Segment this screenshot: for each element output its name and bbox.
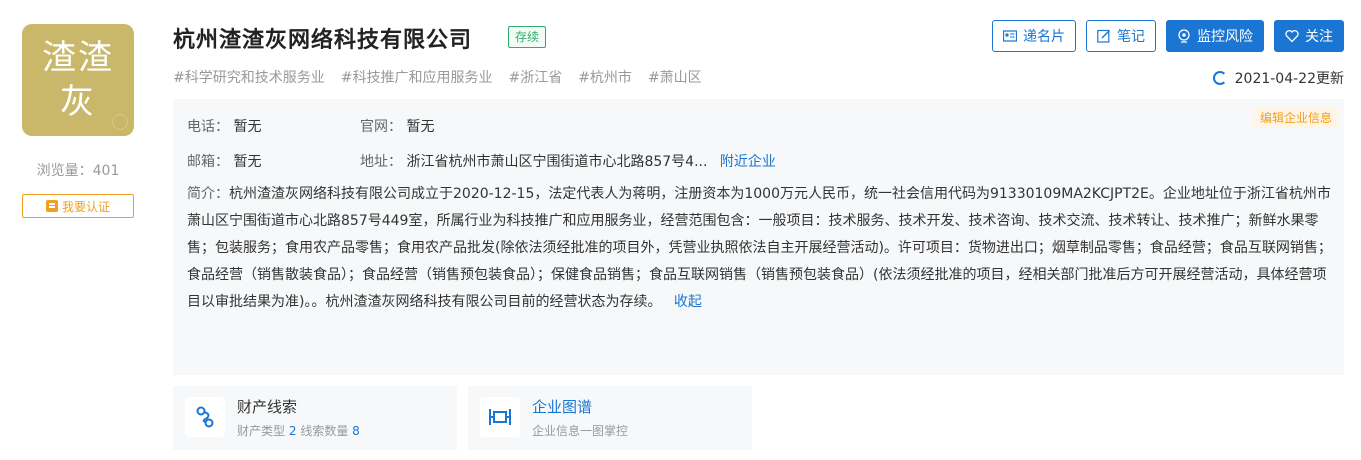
update-date: 2021-04-22更新: [1234, 71, 1344, 87]
website-row: 官网： 暂无: [360, 116, 434, 136]
status-badge: 存续: [508, 26, 547, 48]
graph-card-title: 企业图谱: [532, 398, 593, 416]
view-count: 浏览量：401: [22, 160, 134, 180]
email-label: 邮箱：: [187, 154, 229, 170]
phone-value: 暂无: [233, 119, 262, 135]
claim-label: 我要认证: [61, 199, 110, 214]
id-card-icon: [1003, 30, 1017, 42]
company-logo: 渣渣 灰: [22, 24, 134, 136]
certificate-icon: [45, 200, 58, 212]
follow-label: 关注: [1305, 29, 1333, 45]
graph-icon-box: [480, 397, 520, 437]
enterprise-graph-icon: [489, 409, 511, 425]
address-label: 地址：: [360, 154, 402, 170]
send-card-label: 递名片: [1023, 29, 1065, 45]
website-value: 暂无: [406, 119, 435, 135]
follow-button[interactable]: 关注: [1274, 20, 1344, 52]
intro-text: 杭州渣渣灰网络科技有限公司成立于2020-12-15，法定代表人为蒋明，注册资本…: [187, 186, 1332, 310]
notes-button[interactable]: 笔记: [1086, 20, 1156, 52]
tag-4[interactable]: #萧山区: [648, 67, 702, 87]
clue-count-value: 8: [352, 424, 360, 438]
monitor-icon: [1178, 29, 1190, 43]
edit-icon: [1097, 29, 1110, 43]
asset-clue-card[interactable]: 财产线索 财产类型 2 线索数量 8: [173, 386, 457, 450]
phone-label: 电话：: [187, 119, 229, 135]
send-card-button[interactable]: 递名片: [992, 20, 1076, 52]
refresh-icon[interactable]: [1212, 71, 1227, 85]
logo-text-line1: 渣渣: [42, 38, 114, 78]
asset-type-label: 财产类型: [237, 424, 286, 438]
asset-icon-box: [185, 397, 225, 437]
action-bar: 递名片 笔记 监控风险 关注: [992, 20, 1344, 52]
email-value: 暂无: [233, 154, 262, 170]
clue-count-label: 线索数量: [300, 424, 349, 438]
collapse-link[interactable]: 收起: [674, 294, 702, 310]
company-name: 杭州渣渣灰网络科技有限公司: [173, 28, 473, 53]
monitor-risk-button[interactable]: 监控风险: [1166, 20, 1264, 52]
address-value: 浙江省杭州市萧山区宁围街道市心北路857号4...: [406, 154, 708, 170]
nearby-companies-link[interactable]: 附近企业: [720, 154, 776, 170]
company-info-panel: 编辑企业信息 电话： 暂无 官网： 暂无 邮箱： 暂无 地址： 浙江省杭州市萧山…: [173, 99, 1344, 375]
logo-text-line2: 灰: [60, 82, 96, 122]
tag-3[interactable]: #杭州市: [578, 67, 632, 87]
asset-card-title: 财产线索: [237, 398, 298, 416]
heart-icon: [1285, 30, 1299, 43]
asset-clue-icon: [196, 406, 214, 428]
website-label: 官网：: [360, 119, 402, 135]
company-intro: 简介：杭州渣渣灰网络科技有限公司成立于2020-12-15，法定代表人为蒋明，注…: [187, 181, 1337, 316]
edit-info-button[interactable]: 编辑企业信息: [1253, 107, 1338, 128]
notes-label: 笔记: [1117, 29, 1145, 45]
tag-1[interactable]: #科技推广和应用服务业: [341, 67, 493, 87]
asset-card-stats: 财产类型 2 线索数量 8: [237, 422, 360, 439]
enterprise-graph-card[interactable]: 企业图谱 企业信息一图掌控: [468, 386, 752, 450]
graph-card-subtitle: 企业信息一图掌控: [532, 424, 629, 438]
watermark-icon: [112, 114, 128, 130]
claim-button[interactable]: 我要认证: [22, 194, 134, 218]
industry-tags: #科学研究和技术服务业 #科技推广和应用服务业 #浙江省 #杭州市 #萧山区: [173, 67, 702, 87]
monitor-label: 监控风险: [1197, 29, 1253, 45]
address-row: 地址： 浙江省杭州市萧山区宁围街道市心北路857号4... 附近企业: [360, 151, 776, 171]
views-label: 浏览量：: [36, 163, 93, 179]
asset-type-count: 2: [288, 424, 297, 438]
tag-2[interactable]: #浙江省: [508, 67, 562, 87]
email-row: 邮箱： 暂无: [187, 151, 261, 171]
views-number: 401: [92, 163, 120, 179]
intro-label: 简介：: [187, 186, 229, 202]
update-info: 2021-04-22更新: [1212, 68, 1344, 88]
tag-0[interactable]: #科学研究和技术服务业: [173, 67, 325, 87]
phone-row: 电话： 暂无: [187, 116, 261, 136]
